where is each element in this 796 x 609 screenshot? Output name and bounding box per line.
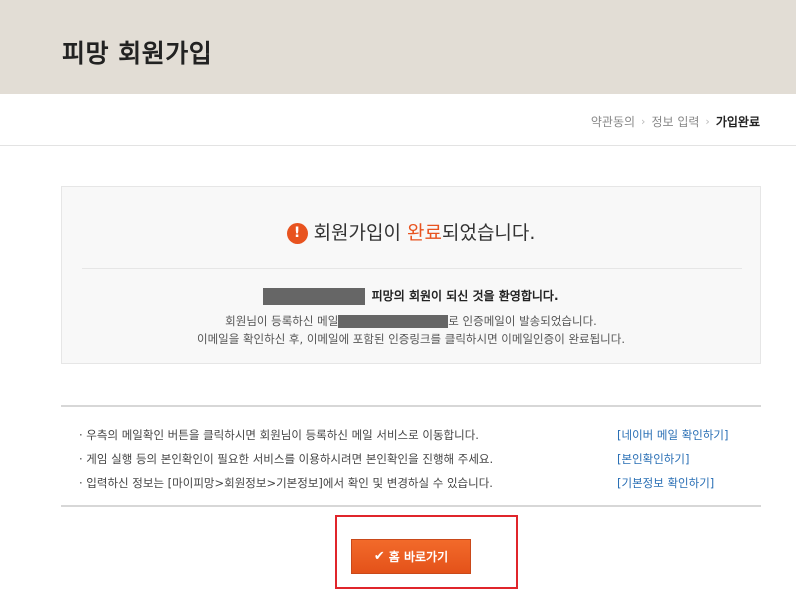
email-sent-message: 회원님이 등록하신 메일 로 인증메일이 발송되었습니다.	[62, 313, 760, 329]
welcome-message: 피망의 회원이 되신 것을 환영합니다.	[62, 287, 760, 305]
chevron-right-icon: ›	[705, 115, 710, 128]
divider	[0, 145, 796, 146]
redacted-username	[263, 288, 366, 305]
home-button-label: 홈 바로가기	[388, 550, 449, 564]
welcome-text: 피망의 회원이 되신 것을 환영합니다.	[367, 289, 559, 303]
check-icon: ✔	[373, 549, 385, 564]
page-header: 피망 회원가입	[0, 0, 796, 94]
email-verify-instructions: 이메일을 확인하신 후, 이메일에 포함된 인증링크를 클릭하시면 이메일인증이…	[196, 332, 625, 346]
chevron-right-icon: ›	[641, 115, 646, 128]
headline-text: 회원가입이	[313, 222, 408, 244]
step-breadcrumb: 약관동의 › 정보 입력 › 가입완료	[591, 113, 760, 130]
step-info-input: 정보 입력	[651, 115, 700, 129]
notice-text: · 입력하신 정보는 [마이피망>회원정보>기본정보]에서 확인 및 변경하실 …	[79, 476, 493, 490]
step-terms: 약관동의	[590, 115, 636, 129]
headline-text-end: 되었습니다.	[441, 222, 536, 244]
completion-box: ! 회원가입이 완료되었습니다. 피망의 회원이 되신 것을 환영합니다. 회원님…	[61, 186, 761, 364]
notice-list: · 우측의 메일확인 버튼을 클릭하시면 회원님이 등록하신 메일 서비스로 이…	[61, 405, 761, 507]
step-complete: 가입완료	[715, 115, 760, 129]
page-title: 피망 회원가입	[62, 39, 213, 68]
email-sent-text-end: 로 인증메일이 발송되었습니다.	[448, 314, 597, 328]
naver-mail-link[interactable]: [네이버 메일 확인하기]	[617, 427, 729, 443]
notice-text: · 우측의 메일확인 버튼을 클릭하시면 회원님이 등록하신 메일 서비스로 이…	[79, 428, 479, 442]
identity-verify-link[interactable]: [본인확인하기]	[617, 451, 689, 467]
notice-text: · 게임 실행 등의 본인확인이 필요한 서비스를 이용하시려면 본인확인을 진…	[79, 452, 494, 466]
basic-info-link[interactable]: [기본정보 확인하기]	[617, 475, 714, 491]
email-sent-text: 회원님이 등록하신 메일	[225, 314, 339, 328]
headline-highlight: 완료	[407, 222, 442, 244]
home-button[interactable]: ✔ 홈 바로가기	[351, 539, 471, 574]
divider	[82, 268, 742, 269]
home-button-highlight: ✔ 홈 바로가기	[335, 515, 518, 589]
completion-headline: ! 회원가입이 완료되었습니다.	[62, 218, 760, 245]
alert-icon: !	[286, 223, 308, 244]
redacted-email	[338, 315, 449, 328]
